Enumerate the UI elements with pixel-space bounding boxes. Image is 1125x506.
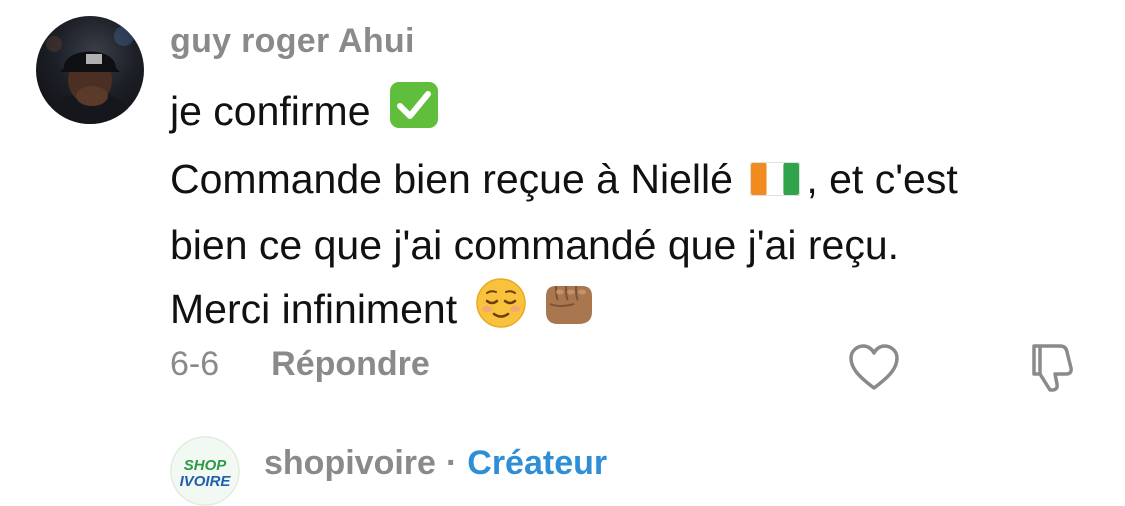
heart-icon[interactable] [848, 344, 900, 392]
comment-text-et-cest: , et c'est [806, 156, 958, 203]
shopivoire-logo-icon: SHOP IVOIRE [170, 436, 240, 506]
creator-avatar[interactable]: SHOP IVOIRE [170, 436, 240, 506]
user-avatar[interactable] [36, 16, 144, 124]
comment-line-3: bien ce que j'ai commandé que j'ai reçu. [170, 221, 900, 268]
creator-badge: Créateur [467, 444, 608, 482]
creator-username[interactable]: shopivoire [264, 444, 436, 482]
comment-username[interactable]: guy roger Ahui [170, 22, 415, 61]
check-mark-emoji-icon [388, 80, 440, 148]
comment-line-1: je confirme [170, 80, 1100, 148]
comment-meta: 6-6 Répondre [170, 345, 430, 384]
comment-date: 6-6 [170, 345, 220, 383]
comment-text-order: Commande bien reçue à Niellé [170, 156, 733, 203]
avatar-photo [44, 26, 136, 124]
comment-text-thanks: Merci infiniment [170, 285, 458, 332]
ivory-coast-flag-icon [750, 151, 801, 214]
thumbs-down-icon[interactable] [1026, 340, 1080, 394]
relieved-face-emoji-icon [475, 277, 527, 347]
svg-text:IVOIRE: IVOIRE [180, 473, 232, 490]
svg-text:SHOP: SHOP [184, 457, 228, 474]
comment-text-confirm: je confirme [170, 88, 371, 134]
separator-dot: · [445, 444, 458, 482]
oncoming-fist-emoji-icon [540, 278, 596, 346]
comment-line-4: Merci infiniment [170, 277, 1100, 347]
comment-body: je confirme Commande bien reçue à Niellé… [170, 80, 1100, 347]
reply-button[interactable]: Répondre [271, 345, 430, 384]
creator-reply-header: shopivoire · Créateur [264, 444, 607, 483]
comment-item: guy roger Ahui je confirme Commande bien… [0, 0, 1125, 506]
comment-line-2: Commande bien reçue à Niellé , et c'est [170, 148, 1100, 214]
